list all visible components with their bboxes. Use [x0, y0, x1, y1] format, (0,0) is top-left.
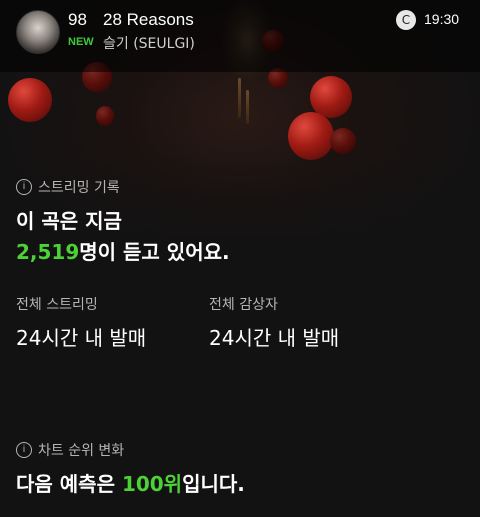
listener-suffix: 명이 듣고 있어요. — [79, 240, 230, 264]
apple-image — [96, 106, 114, 126]
chart-rank-section-title: 차트 순위 변화 — [38, 443, 125, 459]
rank-prediction-prefix: 다음 예측은 — [16, 472, 122, 496]
drip-decoration — [246, 90, 249, 124]
new-badge: NEW — [68, 36, 94, 48]
streaming-line-2: 2,519명이 듣고 있어요. — [16, 236, 230, 265]
total-listeners-value: 24시간 내 발매 — [209, 326, 340, 350]
artist-avatar[interactable] — [16, 10, 60, 54]
song-header: 98 28 Reasons NEW 슬기 (SEULGI) C 19:30 — [0, 0, 480, 72]
apple-image — [8, 78, 52, 122]
song-title[interactable]: 28 Reasons — [103, 10, 194, 30]
total-streaming-value: 24시간 내 발매 — [16, 326, 147, 350]
rank-prediction-suffix: 입니다. — [182, 472, 245, 496]
info-icon[interactable]: i — [16, 442, 32, 458]
predicted-rank: 100위 — [121, 472, 183, 496]
streaming-section-header: i 스트리밍 기록 — [16, 177, 120, 197]
update-time: 19:30 — [424, 11, 460, 27]
refresh-icon[interactable]: C — [396, 10, 416, 30]
streaming-line-1: 이 곡은 지금 — [16, 209, 122, 233]
streaming-section-title: 스트리밍 기록 — [38, 180, 120, 196]
artist-name[interactable]: 슬기 (SEULGI) — [103, 33, 195, 53]
chart-rank: 98 — [68, 10, 87, 29]
chart-rank-section-header: i 차트 순위 변화 — [16, 440, 124, 460]
drip-decoration — [238, 78, 241, 118]
total-streaming-label: 전체 스트리밍 — [16, 297, 98, 313]
listener-count: 2,519 — [16, 240, 80, 264]
info-icon[interactable]: i — [16, 179, 32, 195]
rank-prediction: 다음 예측은 100위입니다. — [16, 468, 245, 497]
total-listeners-label: 전체 감상자 — [209, 297, 278, 313]
